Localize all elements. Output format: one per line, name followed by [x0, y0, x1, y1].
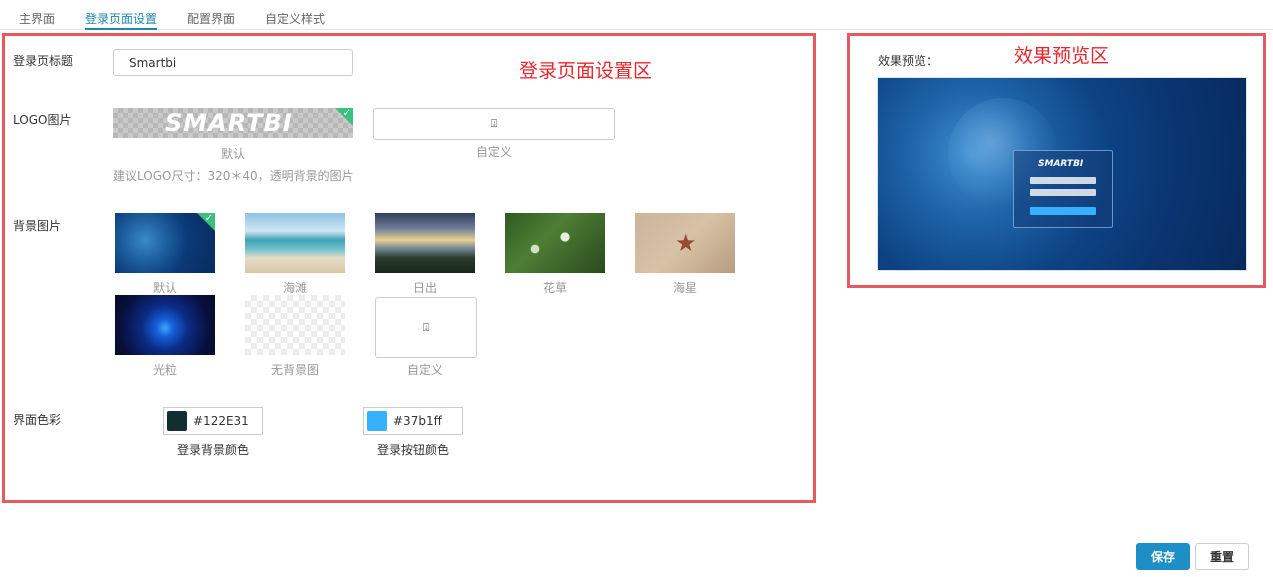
bg-caption-starfish: 海星 — [672, 281, 697, 295]
tab-custom-style[interactable]: 自定义样式 — [265, 10, 325, 27]
logo-label: LOGO图片 — [13, 113, 72, 127]
bg-option-flower[interactable] — [505, 213, 605, 273]
logo-custom-upload[interactable]: ⍗ — [373, 108, 615, 140]
bg-caption-flower: 花草 — [542, 281, 567, 295]
bg-caption-sunrise: 日出 — [412, 281, 437, 295]
check-icon: ✓ — [342, 108, 351, 119]
login-button-color-swatch[interactable] — [367, 411, 387, 431]
preview-label: 效果预览： — [878, 54, 939, 68]
logo-custom-caption: 自定义 — [475, 145, 512, 159]
tab-config[interactable]: 配置界面 — [187, 10, 235, 27]
smartbi-logo: SMARTBI — [165, 109, 293, 137]
login-button-color-picker[interactable]: #37b1ff — [363, 407, 463, 435]
bg-option-none[interactable] — [245, 295, 345, 355]
login-preview-image: SMARTBI — [877, 77, 1247, 271]
login-bg-color-value: #122E31 — [193, 414, 249, 428]
starfish-icon: ★ — [675, 229, 697, 257]
login-bg-color-swatch[interactable] — [167, 411, 187, 431]
login-title-input[interactable] — [113, 49, 353, 76]
login-title-label: 登录页标题 — [13, 54, 74, 68]
tab-main[interactable]: 主界面 — [19, 10, 55, 27]
preview-password-field — [1030, 189, 1096, 196]
background-label: 背景图片 — [13, 219, 62, 233]
bg-caption-default: 默认 — [152, 281, 177, 295]
preview-username-field — [1030, 177, 1096, 184]
preview-login-button — [1030, 207, 1096, 215]
logo-size-hint: 建议LOGO尺寸：320＊40，透明背景的图片 — [113, 169, 354, 183]
bg-option-starfish[interactable]: ★ — [635, 213, 735, 273]
reset-button[interactable]: 重置 — [1195, 543, 1249, 570]
bg-option-particles[interactable] — [115, 295, 215, 355]
bg-caption-custom: 自定义 — [406, 363, 443, 377]
login-button-color-label: 登录按钮颜色 — [377, 443, 450, 457]
tab-bar: 主界面 登录页面设置 配置界面 自定义样式 — [0, 0, 1273, 30]
login-bg-color-label: 登录背景颜色 — [177, 443, 250, 457]
login-button-color-value: #37b1ff — [393, 414, 442, 428]
bg-caption-beach: 海滩 — [282, 281, 307, 295]
tab-login-settings[interactable]: 登录页面设置 — [85, 10, 157, 27]
upload-icon: ⍗ — [422, 320, 430, 334]
bg-option-beach[interactable] — [245, 213, 345, 273]
login-bg-color-picker[interactable]: #122E31 — [163, 407, 263, 435]
logo-default-option[interactable]: SMARTBI ✓ — [113, 108, 353, 138]
colors-label: 界面色彩 — [13, 413, 62, 427]
bg-caption-none: 无背景图 — [270, 363, 319, 377]
check-icon: ✓ — [204, 213, 213, 224]
preview-region-label: 效果预览区 — [1014, 45, 1110, 67]
bg-caption-particles: 光粒 — [152, 363, 177, 377]
bg-option-sunrise[interactable] — [375, 213, 475, 273]
bg-custom-upload[interactable]: ⍗ — [375, 297, 477, 358]
bg-option-default[interactable]: ✓ — [115, 213, 215, 273]
preview-logo: SMARTBI — [1038, 159, 1084, 169]
preview-login-box: SMARTBI — [1013, 150, 1113, 228]
logo-default-caption: 默认 — [220, 147, 245, 161]
settings-region-label: 登录页面设置区 — [519, 60, 653, 82]
upload-icon: ⍗ — [490, 117, 498, 130]
save-button[interactable]: 保存 — [1136, 543, 1190, 570]
active-tab-underline — [85, 28, 157, 30]
